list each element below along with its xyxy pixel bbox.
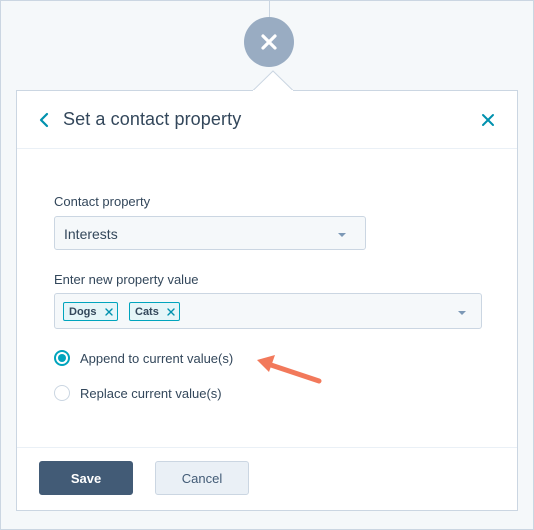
- new-property-value-label: Enter new property value: [54, 272, 199, 287]
- value-tag: Dogs: [63, 302, 118, 321]
- chevron-down-icon: [458, 311, 466, 315]
- panel-pointer: [253, 70, 293, 91]
- value-tag: Cats: [129, 302, 180, 321]
- action-panel: Set a contact property Contact property …: [16, 90, 518, 511]
- contact-property-label: Contact property: [54, 194, 151, 209]
- contact-property-select[interactable]: Interests: [54, 216, 366, 250]
- tag-label: Cats: [135, 305, 159, 318]
- append-option-label: Append to current value(s): [80, 350, 234, 366]
- property-value-multiselect[interactable]: Dogs Cats: [54, 293, 482, 329]
- replace-option-label: Replace current value(s): [80, 385, 222, 401]
- remove-tag-icon[interactable]: [167, 307, 175, 316]
- close-icon[interactable]: [480, 112, 496, 128]
- radio-replace[interactable]: [54, 385, 70, 401]
- annotation-arrow-icon: [257, 355, 322, 384]
- delete-action-button[interactable]: [244, 17, 294, 67]
- panel-header: Set a contact property: [17, 91, 517, 149]
- close-icon: [261, 34, 277, 50]
- workflow-canvas: Set a contact property Contact property …: [0, 0, 534, 530]
- contact-property-value: Interests: [64, 226, 118, 242]
- chevron-down-icon: [338, 233, 346, 237]
- chevron-left-icon[interactable]: [37, 111, 51, 129]
- replace-option[interactable]: Replace current value(s): [54, 385, 222, 401]
- remove-tag-icon[interactable]: [104, 307, 113, 316]
- append-option[interactable]: Append to current value(s): [54, 350, 233, 366]
- save-button[interactable]: Save: [39, 461, 133, 495]
- panel-title: Set a contact property: [63, 109, 242, 129]
- panel-footer: Save Cancel: [17, 447, 517, 510]
- tag-label: Dogs: [69, 305, 97, 318]
- radio-append[interactable]: [54, 350, 70, 366]
- cancel-button[interactable]: Cancel: [155, 461, 249, 495]
